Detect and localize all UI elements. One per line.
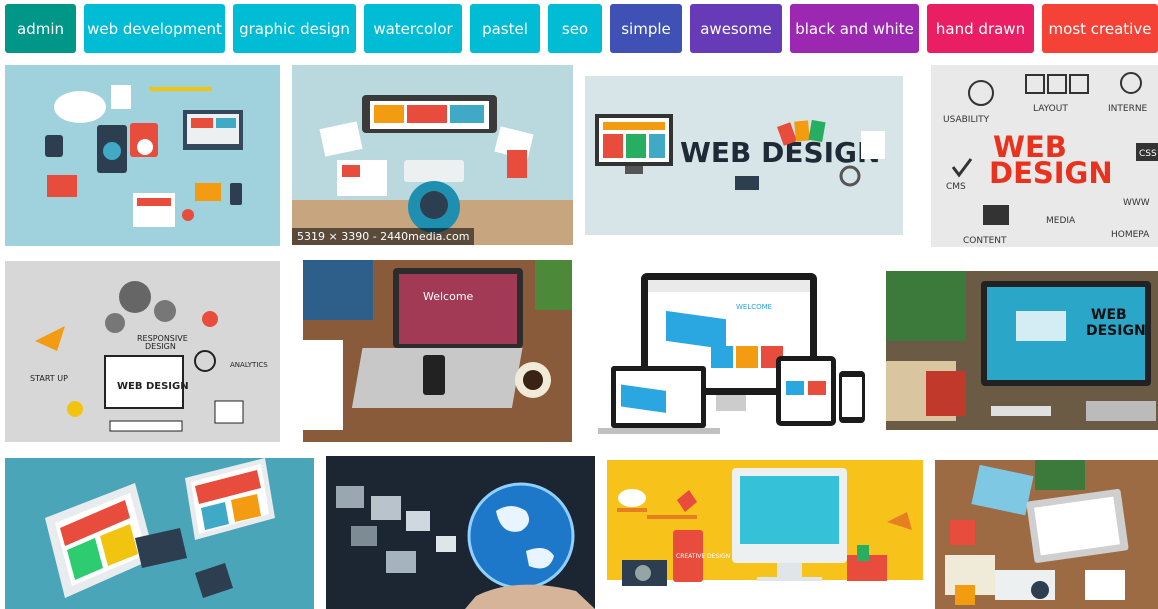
label-web-design: WEB DESIGN [117,381,189,392]
tag-label: awesome [700,19,772,38]
tag-chip-admin[interactable]: admin [5,4,76,53]
tag-label: hand drawn [935,19,1026,38]
monitor-screen-text: WELCOME [736,303,772,311]
globe-hand-photo [326,456,595,609]
tag-chip-seo[interactable]: seo [548,4,602,53]
image-result-10[interactable] [326,456,595,609]
tag-chip-awesome[interactable]: awesome [690,4,782,53]
image-result-7[interactable]: WELCOME [596,271,866,436]
tag-chip-web-development[interactable]: web development [84,4,225,53]
banner-text: WEB DESIGN [680,136,880,169]
label-design: DESIGN [145,342,176,351]
label-startup: START UP [30,374,68,383]
image-size-caption: 5319 × 3390 - 2440media.com [292,228,475,245]
image-result-4[interactable]: USABILITY LAYOUT INTERNE WEB DESIGN CMS … [931,65,1158,247]
tag-chip-most-creative[interactable]: most creative [1042,4,1158,53]
image-result-6[interactable]: Welcome [303,260,572,442]
web-design-workspace-photo: WEB DESIGN [886,271,1158,430]
image-result-1[interactable] [5,65,280,246]
label-internet: INTERNE [1108,104,1148,114]
tag-label: seo [561,19,589,38]
label-www: WWW [1123,198,1150,208]
image-result-9[interactable] [5,458,314,609]
label-media: MEDIA [1046,216,1076,226]
label-content: CONTENT [963,236,1007,246]
flat-web-icons-illustration [5,65,280,246]
image-result-12[interactable] [935,460,1158,609]
image-result-11[interactable]: CREATIVE DESIGN [607,460,923,609]
label-analytics: ANALYTICS [230,361,268,369]
tag-label: watercolor [373,19,453,38]
tag-label: pastel [482,19,528,38]
web-design-sketch-illustration: USABILITY LAYOUT INTERNE WEB DESIGN CMS … [931,65,1158,247]
tag-chip-simple[interactable]: simple [610,4,682,53]
responsive-devices-mockup: WELCOME [596,271,866,436]
tag-label: simple [621,19,671,38]
responsive-design-sketch: RESPONSIVE DESIGN WEB DESIGN ANALYTICS S… [5,261,280,442]
label-homepage: HOMEPA [1111,230,1150,240]
image-result-5[interactable]: RESPONSIVE DESIGN WEB DESIGN ANALYTICS S… [5,261,280,442]
isometric-devices-illustration [5,458,314,609]
tag-label: most creative [1048,19,1152,38]
laptop-swatches-photo [935,460,1158,609]
laptop-on-desk-photo: Welcome [303,260,572,442]
tag-chip-pastel[interactable]: pastel [470,4,540,53]
label-css: CSS [1139,149,1157,159]
tag-chip-watercolor[interactable]: watercolor [364,4,462,53]
laptop-screen-text: Welcome [423,290,474,303]
sketch-title-line2: DESIGN [989,156,1113,190]
phone-screen-text: CREATIVE DESIGN [676,553,730,560]
image-result-2[interactable]: 5319 × 3390 - 2440media.com [292,65,573,245]
label-layout: LAYOUT [1033,104,1068,114]
tag-chip-hand-drawn[interactable]: hand drawn [927,4,1034,53]
screen-title-line2: DESIGN [1086,323,1146,339]
tag-chip-graphic-design[interactable]: graphic design [233,4,356,53]
image-result-3[interactable]: WEB DESIGN [585,76,903,235]
tag-label: graphic design [239,19,350,38]
yellow-desk-computer-illustration: CREATIVE DESIGN [607,460,923,609]
image-result-8[interactable]: WEB DESIGN [886,271,1158,430]
label-usability: USABILITY [943,115,990,125]
screen-title-line1: WEB [1091,307,1127,323]
tag-chip-black-and-white[interactable]: black and white [790,4,919,53]
designer-desk-illustration [292,65,573,245]
tag-label: admin [17,19,64,38]
label-cms: CMS [946,182,966,192]
tag-label: web development [87,19,222,38]
tag-label: black and white [795,19,914,38]
web-design-banner-illustration: WEB DESIGN [585,76,903,235]
